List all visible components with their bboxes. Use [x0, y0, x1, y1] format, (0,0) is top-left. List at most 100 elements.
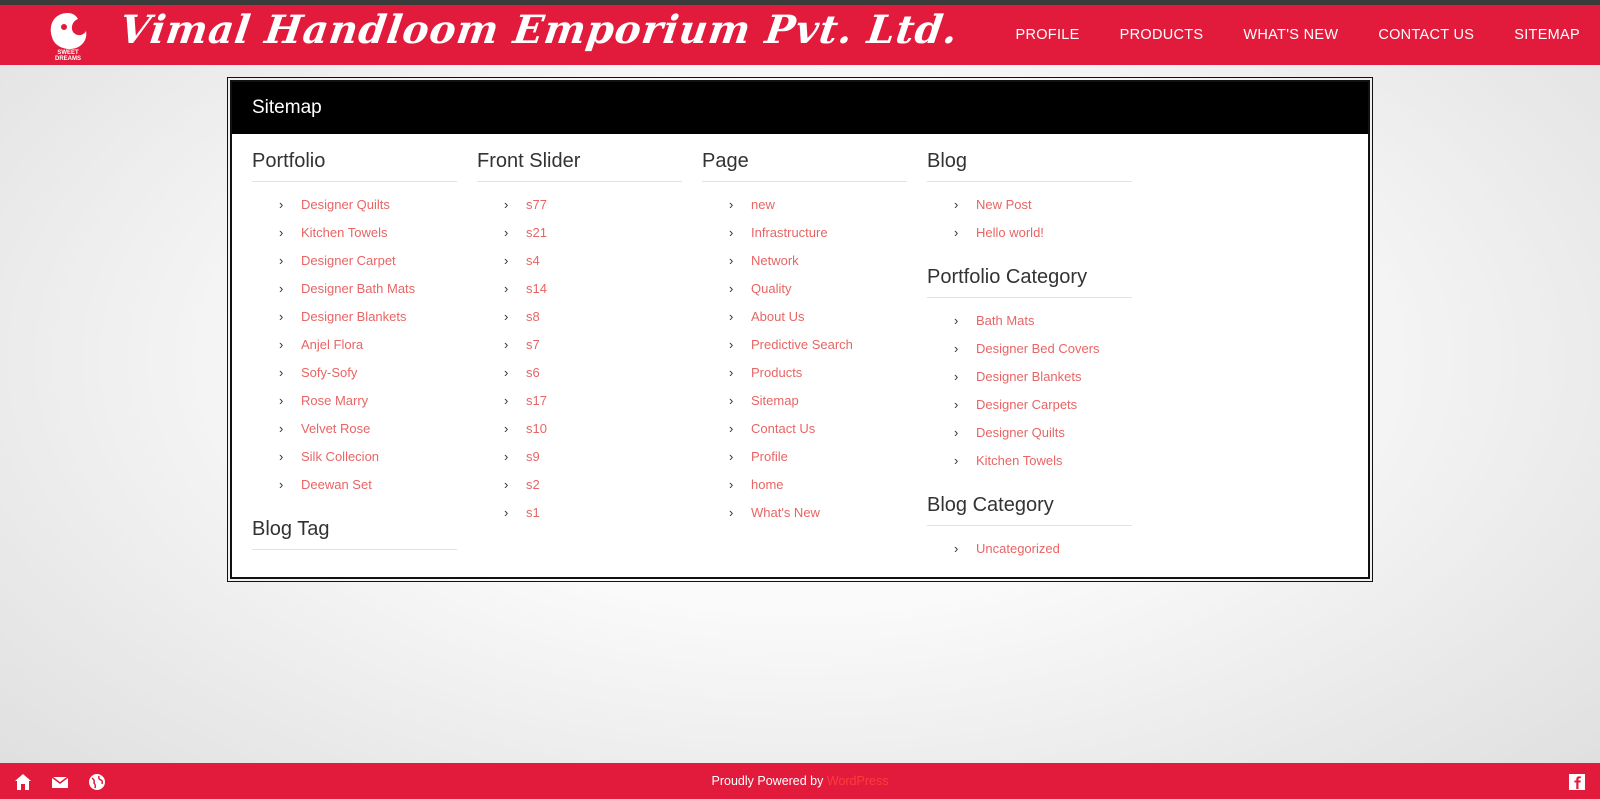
chevron-right-icon: › — [729, 504, 734, 520]
sitemap-link[interactable]: s17 — [526, 393, 547, 408]
chevron-right-icon: › — [729, 224, 734, 240]
sitemap-link[interactable]: Designer Quilts — [301, 197, 390, 212]
chevron-right-icon: › — [504, 336, 509, 352]
chevron-right-icon: › — [279, 448, 284, 464]
sitemap-list-item: › s21 — [504, 218, 682, 246]
sitemap-link[interactable]: s9 — [526, 449, 540, 464]
sitemap-link[interactable]: Products — [751, 365, 802, 380]
facebook-icon[interactable] — [1567, 772, 1587, 792]
sitemap-link[interactable]: s7 — [526, 337, 540, 352]
sitemap-link[interactable]: Designer Carpets — [976, 397, 1077, 412]
sitemap-list-item: › Designer Carpet — [279, 246, 457, 274]
nav-sitemap[interactable]: SITEMAP — [1514, 27, 1580, 43]
logo-icon[interactable]: SWEET DREAMS — [44, 9, 92, 61]
nav-profile[interactable]: PROFILE — [1015, 27, 1079, 43]
chevron-right-icon: › — [504, 308, 509, 324]
powered-by-link[interactable]: WordPress — [827, 774, 889, 788]
sitemap-link[interactable]: s8 — [526, 309, 540, 324]
sitemap-list-item: › s10 — [504, 414, 682, 442]
chevron-right-icon: › — [954, 196, 959, 212]
nav-contact-us[interactable]: CONTACT US — [1378, 27, 1474, 43]
sitemap-link[interactable]: s77 — [526, 197, 547, 212]
nav-products[interactable]: PRODUCTS — [1120, 27, 1204, 43]
sitemap-link[interactable]: Rose Marry — [301, 393, 368, 408]
chevron-right-icon: › — [954, 540, 959, 556]
sitemap-link[interactable]: s1 — [526, 505, 540, 520]
chevron-right-icon: › — [504, 504, 509, 520]
blog-category-list: › Uncategorized — [927, 534, 1132, 562]
sitemap-link[interactable]: What's New — [751, 505, 820, 520]
column-front-slider: Front Slider › s77 › s21 › s4 › s14 › s8 › s7 › s6 › s1… — [477, 134, 682, 566]
sitemap-link[interactable]: s6 — [526, 365, 540, 380]
chevron-right-icon: › — [279, 196, 284, 212]
sitemap-link[interactable]: Hello world! — [976, 225, 1044, 240]
section-title-page: Page — [702, 134, 907, 182]
sitemap-link[interactable]: Velvet Rose — [301, 421, 370, 436]
chevron-right-icon: › — [279, 364, 284, 380]
sitemap-list-item: › Products — [729, 358, 907, 386]
sitemap-link[interactable]: Quality — [751, 281, 791, 296]
sitemap-link[interactable]: Deewan Set — [301, 477, 372, 492]
sitemap-link[interactable]: Designer Blankets — [976, 369, 1082, 384]
panel-title: Sitemap — [232, 82, 1368, 134]
powered-by: Proudly Powered by WordPress — [0, 763, 1600, 799]
sitemap-list-item: › Infrastructure — [729, 218, 907, 246]
globe-icon[interactable] — [87, 772, 107, 792]
sitemap-list-item: › Designer Blankets — [954, 362, 1132, 390]
sitemap-link[interactable]: Silk Collecion — [301, 449, 379, 464]
sitemap-link[interactable]: new — [751, 197, 775, 212]
mail-icon[interactable] — [50, 772, 70, 792]
sitemap-link[interactable]: home — [751, 477, 784, 492]
sitemap-link[interactable]: s14 — [526, 281, 547, 296]
chevron-right-icon: › — [279, 420, 284, 436]
sitemap-link[interactable]: s21 — [526, 225, 547, 240]
chevron-right-icon: › — [729, 252, 734, 268]
sitemap-link[interactable]: Infrastructure — [751, 225, 828, 240]
sitemap-link[interactable]: Designer Carpet — [301, 253, 396, 268]
sitemap-list-item: › Designer Carpets — [954, 390, 1132, 418]
sitemap-link[interactable]: Sofy-Sofy — [301, 365, 357, 380]
sitemap-link[interactable]: Kitchen Towels — [976, 453, 1062, 468]
home-icon[interactable] — [13, 772, 33, 792]
sitemap-list-item: › Velvet Rose — [279, 414, 457, 442]
chevron-right-icon: › — [504, 364, 509, 380]
sitemap-link[interactable]: Bath Mats — [976, 313, 1035, 328]
sitemap-list-item: › home — [729, 470, 907, 498]
sitemap-link[interactable]: s2 — [526, 477, 540, 492]
sitemap-link[interactable]: Contact Us — [751, 421, 815, 436]
sitemap-link[interactable]: About Us — [751, 309, 804, 324]
sitemap-link[interactable]: Uncategorized — [976, 541, 1060, 556]
nav-whats-new[interactable]: WHAT'S NEW — [1243, 27, 1338, 43]
sitemap-link[interactable]: Anjel Flora — [301, 337, 363, 352]
sitemap-list-item: › Contact Us — [729, 414, 907, 442]
sitemap-list-item: › s2 — [504, 470, 682, 498]
sitemap-link[interactable]: Designer Bath Mats — [301, 281, 415, 296]
brand-title[interactable]: Vimal Handloom Emporium Pvt. Ltd. — [117, 7, 961, 53]
sitemap-link[interactable]: Designer Bed Covers — [976, 341, 1100, 356]
sitemap-link[interactable]: Predictive Search — [751, 337, 853, 352]
sitemap-list-item: › Sofy-Sofy — [279, 358, 457, 386]
sitemap-link[interactable]: New Post — [976, 197, 1032, 212]
sitemap-list-item: › About Us — [729, 302, 907, 330]
sitemap-link[interactable]: Profile — [751, 449, 788, 464]
sitemap-link[interactable]: Sitemap — [751, 393, 799, 408]
sitemap-link[interactable]: s4 — [526, 253, 540, 268]
sitemap-list-item: › s7 — [504, 330, 682, 358]
page-list: › new › Infrastructure › Network › Quality › Abou… — [702, 190, 907, 526]
sitemap-list-item: › Designer Quilts — [279, 190, 457, 218]
sitemap-link[interactable]: Designer Quilts — [976, 425, 1065, 440]
section-title-portfolio-category: Portfolio Category — [927, 250, 1132, 298]
sitemap-list-item: › Hello world! — [954, 218, 1132, 246]
chevron-right-icon: › — [954, 224, 959, 240]
sitemap-link[interactable]: Designer Blankets — [301, 309, 407, 324]
section-title-blog: Blog — [927, 134, 1132, 182]
chevron-right-icon: › — [729, 420, 734, 436]
sitemap-link[interactable]: s10 — [526, 421, 547, 436]
sitemap-link[interactable]: Kitchen Towels — [301, 225, 387, 240]
sitemap-list-item: › Predictive Search — [729, 330, 907, 358]
main-nav: PROFILE PRODUCTS WHAT'S NEW CONTACT US S… — [975, 5, 1580, 65]
sitemap-link[interactable]: Network — [751, 253, 799, 268]
sitemap-list-item: › Profile — [729, 442, 907, 470]
sitemap-list-item: › s9 — [504, 442, 682, 470]
sitemap-list-item: › Sitemap — [729, 386, 907, 414]
